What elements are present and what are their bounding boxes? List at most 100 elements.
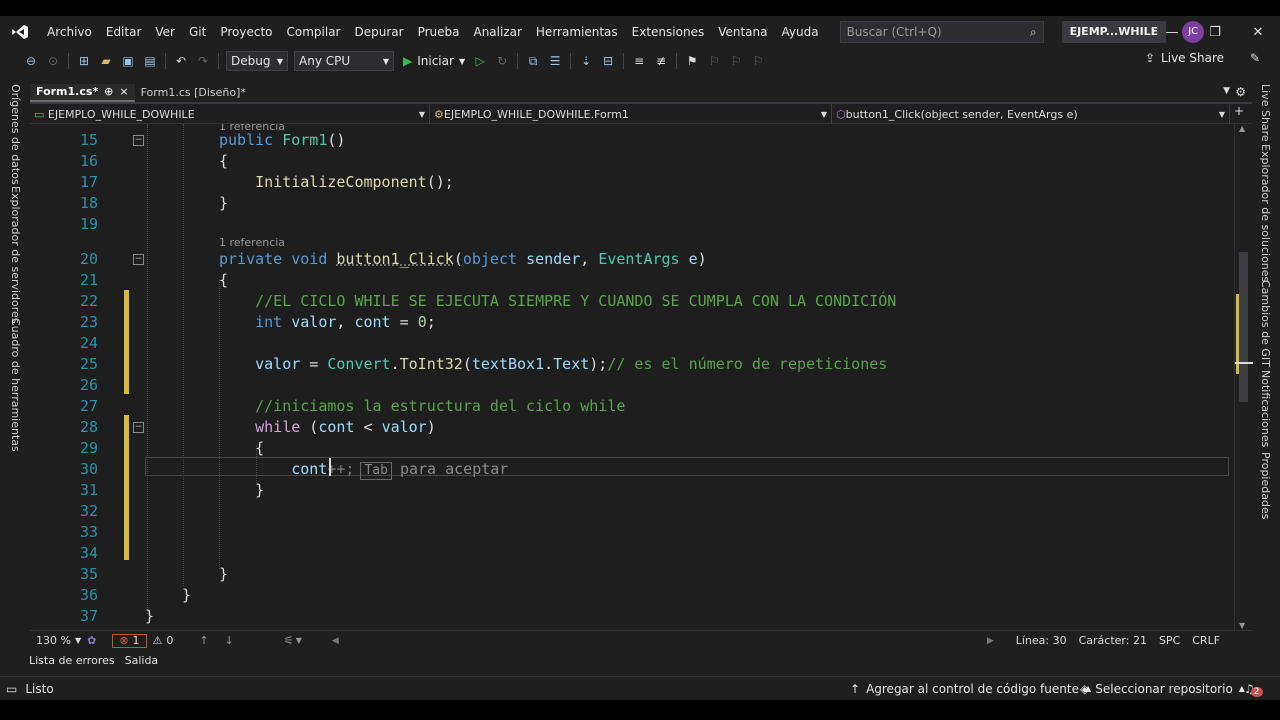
class-dropdown[interactable]: ⚙EJEMPLO_WHILE_DOWHILE.Form1 ▼ — [430, 104, 832, 124]
line-number: 22 — [79, 292, 98, 310]
tab-error-list[interactable]: Lista de errores — [24, 652, 120, 670]
feedback-icon[interactable]: ✎ — [1250, 51, 1260, 65]
browse-icon[interactable]: ⧉ — [524, 52, 542, 70]
whitespace-indicator[interactable]: SPC — [1153, 634, 1186, 647]
code-editor[interactable]: 1 referencia 15 − public Form1() 16 { 17… — [30, 124, 1234, 630]
next-bookmark-icon[interactable]: ⚐ — [727, 52, 745, 70]
code-cleanup-icon[interactable]: ⚟ — [284, 634, 294, 647]
layout-icon[interactable]: ⊟ — [599, 52, 617, 70]
save-all-icon[interactable]: ▤ — [141, 52, 159, 70]
tab-list-chevron-icon[interactable]: ▼ — [1223, 86, 1230, 96]
undo-icon[interactable]: ↶ — [172, 52, 190, 70]
live-share-button[interactable]: ⇪ Live Share — [1145, 51, 1224, 65]
split-editor-icon[interactable]: + — [1234, 104, 1244, 123]
bookmark-icon[interactable]: ⚑ — [683, 52, 701, 70]
menu-git[interactable]: Git — [182, 16, 213, 48]
close-tab-icon[interactable]: × — [119, 83, 128, 101]
menu-depurar[interactable]: Depurar — [347, 16, 410, 48]
errors-indicator[interactable]: ⊗ 1 — [112, 633, 147, 648]
start-without-debug-icon[interactable]: ▷ — [471, 52, 489, 70]
collapse-icon[interactable]: − — [133, 422, 144, 433]
tab-properties[interactable]: Propiedades — [1259, 452, 1272, 519]
step-icon[interactable]: ⇣ — [577, 52, 595, 70]
tab-toolbox[interactable]: Cuadro de herramientas — [9, 318, 22, 452]
arrow-up-icon[interactable]: ↑ — [199, 634, 208, 647]
hot-reload-icon[interactable]: ↻ — [493, 52, 511, 70]
menu-extensiones[interactable]: Extensiones — [625, 16, 712, 48]
close-icon[interactable]: ✕ — [1238, 16, 1278, 48]
tab-solution-explorer[interactable]: Explorador de soluciones — [1259, 144, 1272, 282]
line-number: 17 — [79, 173, 98, 191]
menu-editar[interactable]: Editar — [99, 16, 149, 48]
menu-compilar[interactable]: Compilar — [280, 16, 348, 48]
menu-archivo[interactable]: Archivo — [40, 16, 99, 48]
back-icon[interactable]: ⊖ — [22, 52, 40, 70]
collapse-icon[interactable]: − — [133, 254, 144, 265]
zoom-select[interactable]: 130 % ▼ — [30, 634, 87, 647]
chevron-down-icon: ▼ — [74, 636, 82, 645]
tab-server-explorer[interactable]: Explorador de servidores — [9, 186, 22, 324]
menu-herramientas[interactable]: Herramientas — [529, 16, 625, 48]
collapse-icon[interactable]: − — [133, 135, 144, 146]
menu-ver[interactable]: Ver — [148, 16, 182, 48]
arrow-down-icon[interactable]: ↓ — [225, 634, 234, 647]
tab-form1-designer[interactable]: Form1.cs [Diseño]* — [135, 84, 252, 102]
tab-notifications[interactable]: Notificaciones — [1259, 370, 1272, 447]
tab-output[interactable]: Salida — [120, 652, 164, 670]
minimize-icon[interactable]: — — [1152, 16, 1192, 48]
code-line: 26 — [30, 375, 1234, 396]
code-line: 25 valor = Convert.ToInt32(textBox1.Text… — [30, 354, 1234, 375]
chevron-down-icon[interactable]: ▼ — [296, 636, 302, 645]
tab-data-sources[interactable]: Orígenes de datos — [9, 84, 22, 185]
left-tool-rail: Orígenes de datos Explorador de servidor… — [0, 82, 30, 652]
save-icon[interactable]: ▣ — [119, 52, 137, 70]
line-ending-indicator[interactable]: CRLF — [1186, 634, 1226, 647]
restore-icon[interactable]: ❐ — [1195, 16, 1235, 48]
menu-analizar[interactable]: Analizar — [466, 16, 528, 48]
warnings-indicator[interactable]: ⚠ 0 — [147, 634, 180, 647]
solution-name-badge[interactable]: EJEMP...WHILE — [1061, 21, 1167, 43]
codelens-references[interactable]: 1 referencia — [219, 236, 285, 250]
line-indicator[interactable]: Línea: 30 — [1010, 634, 1073, 647]
configuration-select[interactable]: Debug ▼ — [226, 51, 288, 71]
uncomment-icon[interactable]: ≢ — [652, 52, 670, 70]
select-repository-button[interactable]: ◈ Seleccionar repositorio ▲ — [1080, 682, 1245, 696]
search-input[interactable]: Buscar (Ctrl+Q) ⌕ — [839, 21, 1044, 43]
char-indicator[interactable]: Carácter: 21 — [1073, 634, 1153, 647]
menu-ventana[interactable]: Ventana — [711, 16, 774, 48]
forward-icon[interactable]: ⊙ — [44, 52, 62, 70]
member-dropdown[interactable]: ⬡button1_Click(object sender, EventArgs … — [832, 104, 1230, 124]
clear-bookmark-icon[interactable]: ⚐ — [749, 52, 767, 70]
scroll-right-icon[interactable]: ▶ — [987, 636, 994, 646]
health-icon[interactable]: ✿ — [87, 634, 96, 647]
tab-git-changes[interactable]: Cambios de GIT — [1259, 280, 1272, 367]
platform-select[interactable]: Any CPU ▼ — [294, 51, 394, 71]
prev-bookmark-icon[interactable]: ⚐ — [705, 52, 723, 70]
pin-icon[interactable]: ⊕ — [104, 83, 113, 101]
visual-studio-logo-icon[interactable] — [0, 16, 40, 48]
redo-icon[interactable]: ↷ — [194, 52, 212, 70]
scroll-left-icon[interactable]: ◀ — [332, 636, 339, 646]
code-line: 33 — [30, 522, 1234, 543]
scroll-up-icon[interactable]: ▲ — [1239, 124, 1245, 133]
start-button[interactable]: ▶ Iniciar ▼ — [403, 54, 465, 68]
comment-icon[interactable]: ≡ — [630, 52, 648, 70]
add-source-control-button[interactable]: ↑ Agregar al control de código fuente ▲ — [850, 682, 1091, 696]
tab-live-share[interactable]: Live Share — [1259, 84, 1272, 142]
project-dropdown[interactable]: ▭ EJEMPLO_WHILE_DOWHILE ▼ — [30, 104, 430, 124]
code-line: 31 } — [30, 480, 1234, 501]
scrollbar-thumb[interactable] — [1239, 252, 1248, 402]
notifications-button[interactable]: ♫ 2 — [1244, 681, 1263, 697]
menu-ayuda[interactable]: Ayuda — [775, 16, 826, 48]
new-item-icon[interactable]: ⊞ — [75, 52, 93, 70]
settings-icon[interactable]: ⚙ — [1235, 85, 1246, 99]
menu-prueba[interactable]: Prueba — [411, 16, 467, 48]
vertical-scrollbar[interactable]: ▲ ▼ — [1234, 124, 1253, 630]
tab-form1-cs[interactable]: Form1.cs* ⊕ × — [30, 84, 135, 102]
line-number: 24 — [79, 334, 98, 352]
document-tab-strip: Form1.cs* ⊕ × Form1.cs [Diseño]* ▼ ⚙ — [30, 84, 1252, 104]
format-icon[interactable]: ☰ — [546, 52, 564, 70]
menu-proyecto[interactable]: Proyecto — [213, 16, 279, 48]
open-folder-icon[interactable]: ▰ — [97, 52, 115, 70]
scroll-down-icon[interactable]: ▼ — [1239, 621, 1245, 630]
